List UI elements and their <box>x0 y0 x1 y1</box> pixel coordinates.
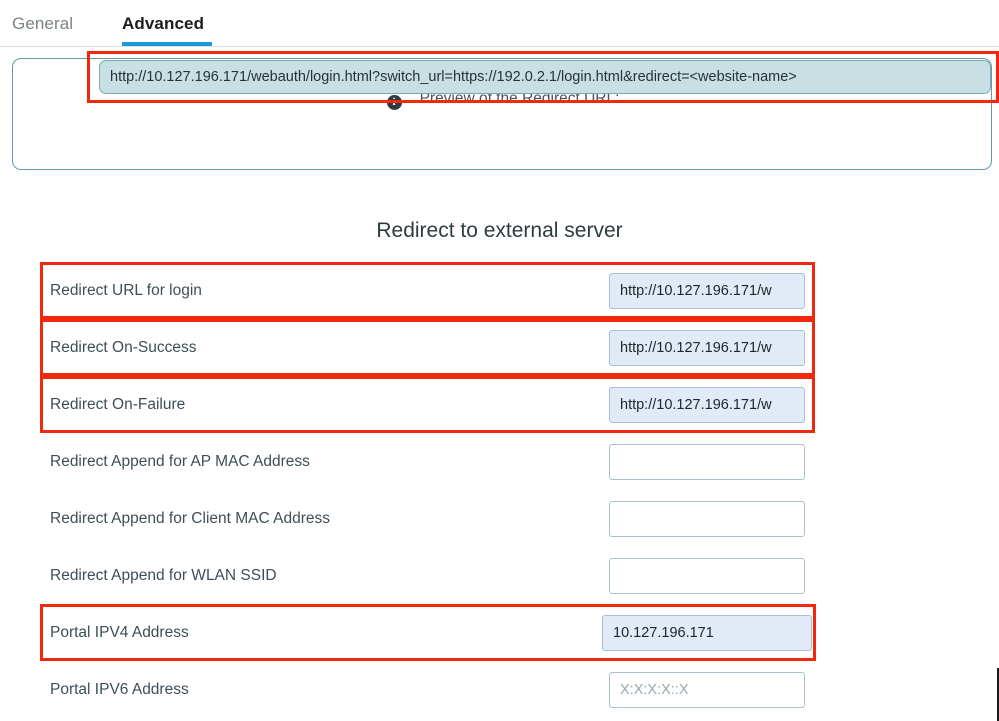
form-row-redirect-append-ap-mac: Redirect Append for AP MAC Address <box>0 433 999 490</box>
redirect-on-failure-input[interactable]: http://10.127.196.171/w <box>609 386 805 423</box>
tab-bar-divider <box>0 46 999 47</box>
field-label: Redirect Append for Client MAC Address <box>50 509 330 527</box>
form-row-redirect-on-success: Redirect On-Success http://10.127.196.17… <box>0 319 999 376</box>
tab-advanced[interactable]: Advanced <box>122 14 204 34</box>
preview-url-field[interactable]: http://10.127.196.171/webauth/login.html… <box>99 60 991 94</box>
field-label: Redirect URL for login <box>50 281 202 299</box>
tab-general[interactable]: General <box>12 14 73 34</box>
field-label: Portal IPV4 Address <box>50 623 189 641</box>
form-row-redirect-url-for-login: Redirect URL for login http://10.127.196… <box>0 262 999 319</box>
field-label: Redirect Append for WLAN SSID <box>50 566 277 584</box>
form-row-portal-ipv6-address: Portal IPV6 Address X:X:X:X::X <box>0 661 999 718</box>
tab-bar: General Advanced <box>0 0 999 48</box>
portal-ipv4-address-input[interactable]: 10.127.196.171 <box>602 614 812 651</box>
redirect-append-client-mac-input[interactable] <box>609 500 805 537</box>
redirect-url-for-login-input[interactable]: http://10.127.196.171/w <box>609 272 805 309</box>
field-label: Redirect On-Success <box>50 338 197 356</box>
field-label: Portal IPV6 Address <box>50 680 189 698</box>
form-row-redirect-append-client-mac: Redirect Append for Client MAC Address <box>0 490 999 547</box>
redirect-append-ap-mac-input[interactable] <box>609 443 805 480</box>
field-label: Redirect Append for AP MAC Address <box>50 452 310 470</box>
section-title: Redirect to external server <box>376 219 623 242</box>
form-row-redirect-on-failure: Redirect On-Failure http://10.127.196.17… <box>0 376 999 433</box>
field-label: Redirect On-Failure <box>50 395 186 413</box>
redirect-settings-form: Redirect URL for login http://10.127.196… <box>0 262 999 718</box>
redirect-on-success-input[interactable]: http://10.127.196.171/w <box>609 329 805 366</box>
portal-ipv6-address-input[interactable]: X:X:X:X::X <box>609 671 805 708</box>
form-row-portal-ipv4-address: Portal IPV4 Address 10.127.196.171 <box>0 604 999 661</box>
redirect-append-wlan-ssid-input[interactable] <box>609 557 805 594</box>
form-row-redirect-append-wlan-ssid: Redirect Append for WLAN SSID <box>0 547 999 604</box>
